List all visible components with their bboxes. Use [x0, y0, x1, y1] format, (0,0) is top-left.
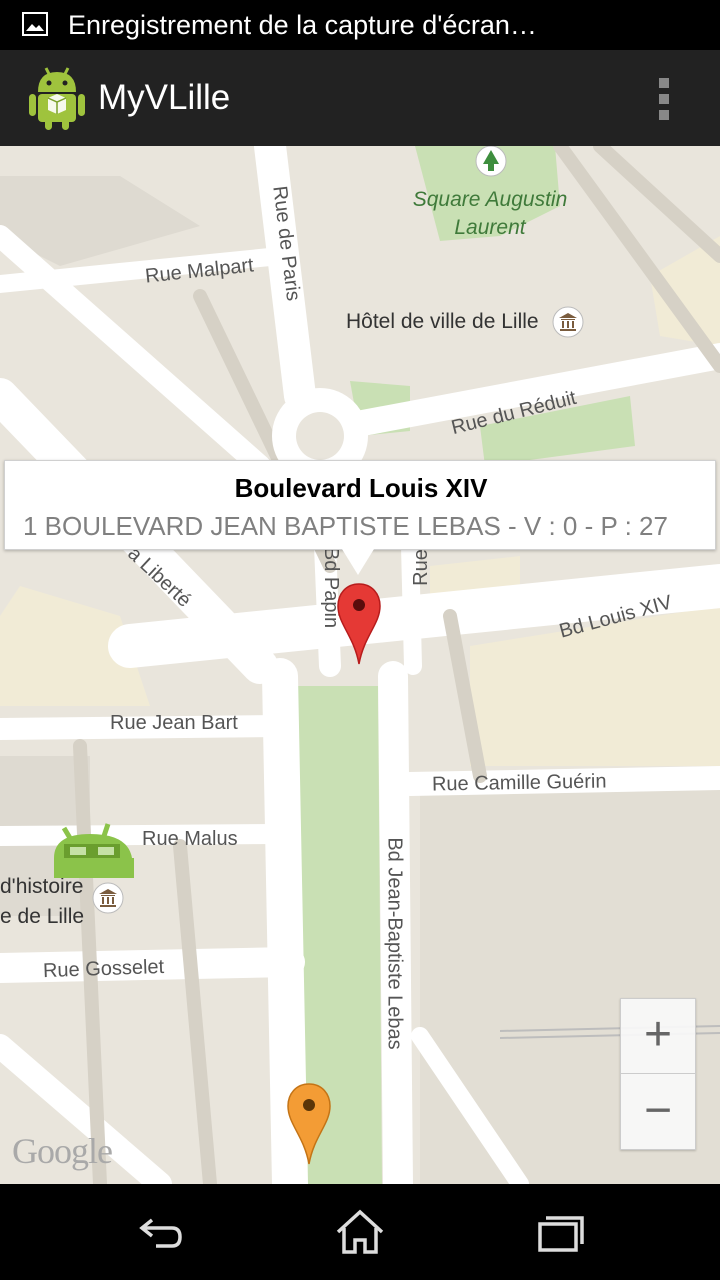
zoom-controls: + − — [620, 998, 696, 1150]
street-label-rue: Rue — [409, 549, 432, 586]
notification-text: Enregistrement de la capture d'écran… — [68, 10, 537, 40]
image-icon — [22, 12, 48, 36]
android-icon[interactable] — [28, 64, 86, 130]
home-icon[interactable] — [330, 1208, 390, 1258]
navigation-bar — [0, 1184, 720, 1280]
zoom-out-button[interactable]: − — [621, 1075, 695, 1150]
poi-label-line: e de Lille — [0, 905, 85, 928]
park-icon — [475, 146, 507, 177]
map-view[interactable]: Rue de Paris Rue Malpart Rue du Réduit a… — [0, 146, 720, 1184]
street-label-rue-jean-bart: Rue Jean Bart — [110, 712, 238, 734]
recents-icon[interactable] — [530, 1208, 590, 1258]
back-icon[interactable] — [130, 1208, 190, 1258]
street-label-rue-gosselet: Rue Gosselet — [42, 955, 165, 983]
google-logo: Google — [12, 1131, 113, 1171]
poi-label-line: Laurent — [454, 216, 526, 239]
poi-label-line: Square Augustin — [412, 188, 568, 211]
overflow-menu-icon[interactable] — [644, 74, 684, 124]
landmark-icon — [552, 306, 584, 338]
poi-square-augustin-laurent: Square Augustin Laurent — [412, 186, 568, 242]
street-label-rue-malus: Rue Malus — [142, 828, 238, 850]
station-marker[interactable] — [286, 1082, 332, 1166]
android-overlay-icon — [54, 823, 134, 878]
info-window-snippet: 1 BOULEVARD JEAN BAPTISTE LEBAS - V : 0 … — [23, 511, 668, 541]
zoom-in-button[interactable]: + — [621, 999, 695, 1074]
status-bar: Enregistrement de la capture d'écran… — [0, 0, 720, 50]
street-label-rue-camille-guerin: Rue Camille Guérin — [431, 770, 607, 796]
museum-icon — [92, 882, 124, 914]
action-bar: MyVLille — [0, 50, 720, 146]
app-title: MyVLille — [98, 78, 231, 117]
info-window[interactable]: Boulevard Louis XIV 1 BOULEVARD JEAN BAP… — [4, 460, 716, 550]
info-window-pointer — [342, 549, 374, 575]
street-label-bd-jean-baptiste-lebas: Bd Jean-Baptiste Lebas — [383, 837, 406, 1050]
poi-hotel-de-ville: Hôtel de ville de Lille — [346, 310, 539, 333]
selected-station-marker[interactable] — [336, 582, 382, 666]
info-window-title: Boulevard Louis XIV — [234, 473, 488, 503]
